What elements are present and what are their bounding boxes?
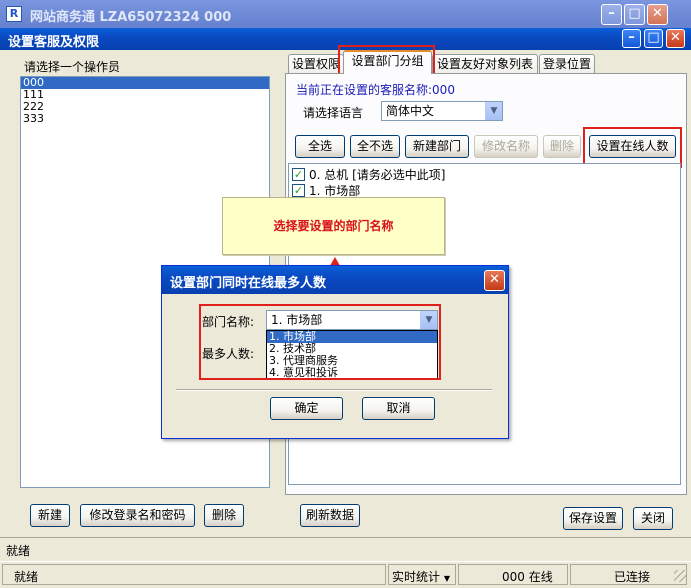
callout-text: 选择要设置的部门名称 [273,219,394,233]
checkbox-dept-1[interactable]: ✓ [292,184,305,197]
operator-list-item[interactable]: 000 [21,77,269,89]
new-operator-button[interactable]: 新建 [30,504,70,527]
dialog-status-text: 就绪 [6,544,31,558]
delete-operator-button[interactable]: 删除 [204,504,244,527]
chevron-down-icon: ▼ [485,102,502,120]
dialog-close-button[interactable]: ✕ [666,29,685,48]
callout-box: 选择要设置的部门名称 [222,197,445,255]
minimize-button[interactable]: – [601,4,622,25]
language-label: 请选择语言 [303,106,364,120]
operator-list-item[interactable]: 111 [21,89,269,101]
app-logo-icon: R [6,6,22,22]
delete-department-button[interactable]: 删除 [543,135,581,158]
operator-list-label: 请选择一个操作员 [24,60,121,74]
modal-title-bar: 设置部门同时在线最多人数 ✕ [162,266,508,294]
rename-button[interactable]: 修改名称 [474,135,538,158]
cancel-button[interactable]: 取消 [362,397,435,420]
tab-login-location[interactable]: 登录位置 [539,54,595,73]
status-panel-left [2,564,386,585]
close-dialog-button[interactable]: 关闭 [633,507,673,530]
operator-list-item[interactable]: 222 [21,101,269,113]
app-title-bar: R 网站商务通 LZA65072324 000 – □ ✕ [0,0,691,28]
save-settings-button[interactable]: 保存设置 [563,507,623,530]
realtime-stats-menu[interactable]: 实时统计 ▼ [388,564,456,585]
operator-list-item[interactable]: 333 [21,113,269,125]
checkbox-dept-0[interactable]: ✓ [292,168,305,181]
app-status-text: 就绪 [14,570,39,584]
dept-label-0: 0. 总机 [请务必选中此项] [309,168,446,182]
dialog-maximize-button[interactable]: □ [644,29,663,48]
highlight-dept-select [199,304,441,380]
change-login-button[interactable]: 修改登录名和密码 [80,504,195,527]
current-operator-label: 当前正在设置的客服名称:000 [296,83,455,97]
ok-button[interactable]: 确定 [270,397,343,420]
language-select[interactable]: 简体中文 ▼ [381,101,503,121]
modal-title: 设置部门同时在线最多人数 [170,276,327,291]
highlight-set-online [583,127,682,168]
select-all-button[interactable]: 全选 [295,135,345,158]
tab-permissions[interactable]: 设置权限 [288,54,344,73]
language-value: 简体中文 [386,104,435,118]
app-status-bar: 就绪 实时统计 ▼ 000 在线 已连接 [0,561,691,588]
maximize-button[interactable]: □ [624,4,645,25]
tab-friends-list[interactable]: 设置友好对象列表 [432,54,538,73]
modal-close-button[interactable]: ✕ [484,270,505,291]
select-none-button[interactable]: 全不选 [350,135,400,158]
dialog-status-bar: 就绪 [0,537,691,561]
caret-down-icon: ▼ [443,574,450,583]
online-count: 000 在线 [502,570,553,584]
realtime-stats-label: 实时统计 [392,570,441,584]
resize-grip-icon[interactable] [674,570,686,582]
dialog-minimize-button[interactable]: – [622,29,641,48]
modal-divider [176,389,492,391]
refresh-data-button[interactable]: 刷新数据 [300,504,360,527]
connection-status: 已连接 [614,570,651,584]
new-department-button[interactable]: 新建部门 [405,135,469,158]
tab-department-groups[interactable]: 设置部门分组 [343,50,432,74]
close-button[interactable]: ✕ [647,4,668,25]
app-title: 网站商务通 LZA65072324 000 [30,10,232,25]
dialog-title: 设置客服及权限 [8,35,100,50]
